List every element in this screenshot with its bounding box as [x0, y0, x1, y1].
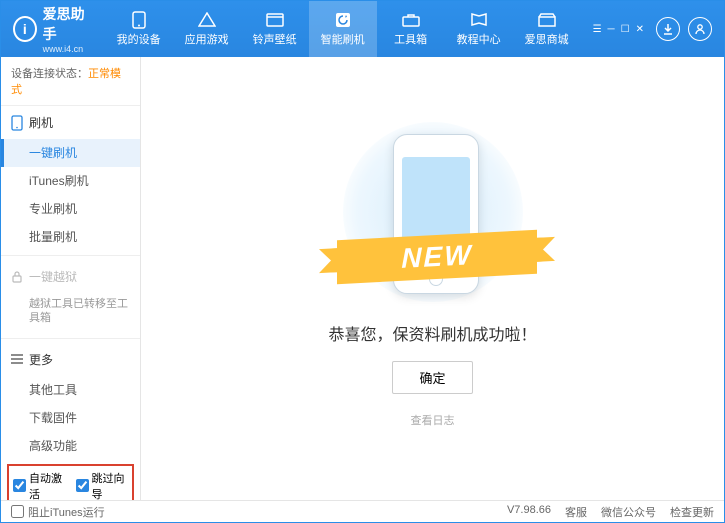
sidebar-item-oneclick-flash[interactable]: 一键刷机: [1, 139, 140, 167]
phone-icon: [129, 12, 149, 28]
apps-icon: [197, 12, 217, 28]
app-url: www.i4.cn: [43, 44, 93, 54]
jailbreak-note: 越狱工具已转移至工具箱: [1, 293, 140, 334]
nav-store[interactable]: 爱思商城: [513, 1, 581, 57]
top-bar: i 爱思助手 www.i4.cn 我的设备 应用游戏 铃声壁纸 智能刷机 工具箱: [1, 1, 724, 57]
phone-icon: [11, 115, 23, 131]
sidebar-item-other-tools[interactable]: 其他工具: [1, 376, 140, 404]
nav-flash[interactable]: 智能刷机: [309, 1, 377, 57]
download-button[interactable]: [656, 17, 680, 41]
book-icon: [469, 12, 489, 28]
connection-status: 设备连接状态：正常模式: [1, 57, 140, 106]
close-icon[interactable]: ✕: [636, 24, 644, 35]
ok-button[interactable]: 确定: [392, 361, 472, 394]
menu-icon[interactable]: ☰: [593, 24, 602, 35]
app-title: 爱思助手: [43, 4, 93, 44]
status-bar: 阻止iTunes运行 V7.98.66 客服 微信公众号 检查更新: [1, 500, 724, 522]
main-content: NEW 恭喜您，保资料刷机成功啦！ 确定 查看日志: [141, 57, 724, 500]
nav-ringtones[interactable]: 铃声壁纸: [241, 1, 309, 57]
nav-my-device[interactable]: 我的设备: [105, 1, 173, 57]
sidebar-item-advanced[interactable]: 高级功能: [1, 432, 140, 460]
skip-guide-checkbox[interactable]: 跳过向导: [76, 470, 129, 500]
sidebar-section-flash[interactable]: 刷机: [1, 106, 140, 139]
wechat-link[interactable]: 微信公众号: [601, 504, 656, 520]
support-link[interactable]: 客服: [565, 504, 587, 520]
nav-label: 铃声壁纸: [253, 31, 297, 47]
view-log-link[interactable]: 查看日志: [411, 412, 455, 428]
check-update-link[interactable]: 检查更新: [670, 504, 714, 520]
wallpaper-icon: [265, 12, 285, 28]
minimize-icon[interactable]: ─: [608, 24, 615, 35]
toolbox-icon: [401, 12, 421, 28]
sidebar-item-itunes-flash[interactable]: iTunes刷机: [1, 167, 140, 195]
main-nav: 我的设备 应用游戏 铃声壁纸 智能刷机 工具箱 教程中心 爱思商城: [105, 1, 581, 57]
nav-label: 我的设备: [117, 31, 161, 47]
user-button[interactable]: [688, 17, 712, 41]
top-right: ☰ ─ ☐ ✕: [581, 17, 724, 41]
nav-label: 应用游戏: [185, 31, 229, 47]
block-itunes-checkbox[interactable]: 阻止iTunes运行: [11, 504, 105, 520]
nav-toolbox[interactable]: 工具箱: [377, 1, 445, 57]
nav-apps[interactable]: 应用游戏: [173, 1, 241, 57]
maximize-icon[interactable]: ☐: [621, 24, 630, 35]
lock-icon: [11, 270, 23, 284]
logo-area: i 爱思助手 www.i4.cn: [1, 4, 105, 54]
success-illustration: NEW: [323, 130, 543, 305]
sidebar-section-jailbreak: 一键越狱: [1, 260, 140, 293]
store-icon: [537, 12, 557, 28]
sidebar-item-pro-flash[interactable]: 专业刷机: [1, 195, 140, 223]
sidebar-item-download-firmware[interactable]: 下载固件: [1, 404, 140, 432]
options-box: 自动激活 跳过向导: [7, 464, 134, 500]
list-icon: [11, 354, 23, 364]
auto-activate-checkbox[interactable]: 自动激活: [13, 470, 66, 500]
version-label: V7.98.66: [507, 504, 551, 520]
window-controls: ☰ ─ ☐ ✕: [593, 24, 644, 35]
refresh-icon: [333, 12, 353, 28]
nav-label: 工具箱: [394, 31, 427, 47]
nav-label: 爱思商城: [525, 31, 569, 47]
sidebar-item-batch-flash[interactable]: 批量刷机: [1, 223, 140, 251]
sidebar: 设备连接状态：正常模式 刷机 一键刷机 iTunes刷机 专业刷机 批量刷机 一…: [1, 57, 141, 500]
nav-label: 教程中心: [457, 31, 501, 47]
sidebar-section-more[interactable]: 更多: [1, 343, 140, 376]
logo-icon: i: [13, 16, 37, 42]
nav-label: 智能刷机: [321, 31, 365, 47]
nav-tutorials[interactable]: 教程中心: [445, 1, 513, 57]
success-message: 恭喜您，保资料刷机成功啦！: [328, 321, 536, 345]
